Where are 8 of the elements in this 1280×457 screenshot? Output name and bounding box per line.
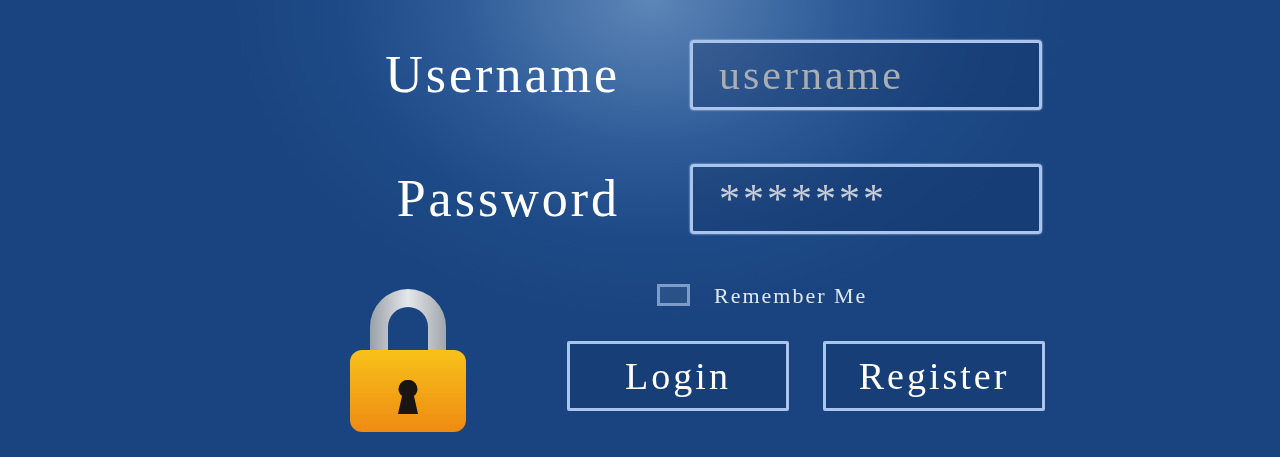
input-field[interactable]: username (690, 40, 1042, 110)
field-label: Username (384, 49, 620, 101)
input-field[interactable]: ******* (690, 164, 1042, 234)
field-label: Password (395, 173, 620, 225)
form-button[interactable]: Register (823, 341, 1045, 411)
checkbox[interactable] (657, 284, 690, 306)
checkbox-label: Remember Me (714, 281, 868, 310)
form-button[interactable]: Login (567, 341, 789, 411)
